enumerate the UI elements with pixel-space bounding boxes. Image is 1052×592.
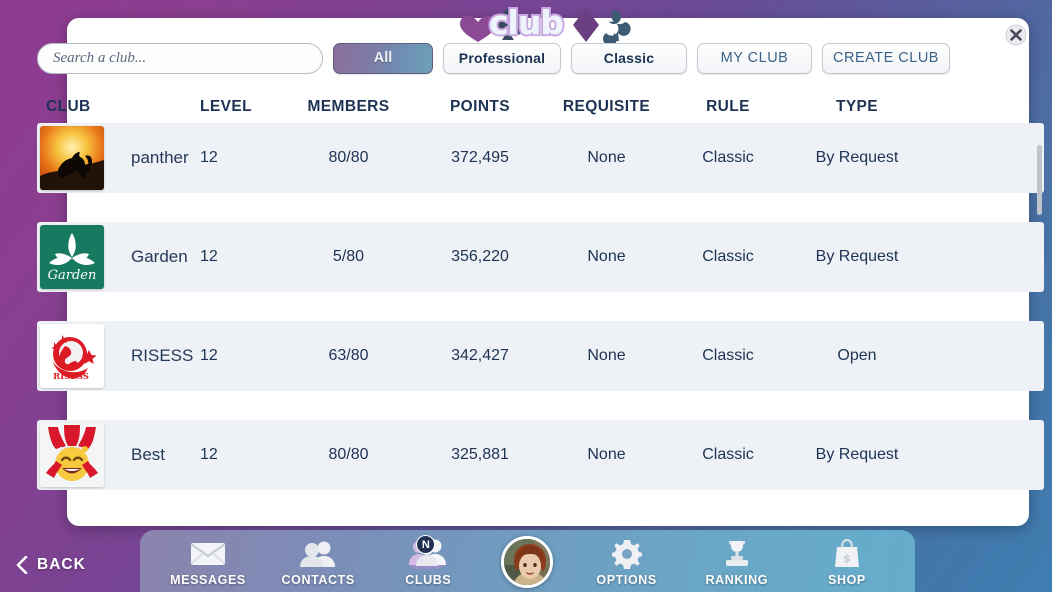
header-club: CLUB: [46, 97, 91, 115]
club-rule: Classic: [702, 248, 754, 265]
club-type: By Request: [815, 446, 899, 463]
table-row[interactable]: Garden Garden 12 5/80 356,220 None Class…: [37, 222, 1044, 292]
people-icon: [298, 538, 338, 570]
club-members: 80/80: [328, 446, 369, 463]
club-points: 325,881: [451, 446, 509, 463]
table-row[interactable]: panther 12 80/80 372,495 None Classic By…: [37, 123, 1044, 193]
club-rows: panther 12 80/80 372,495 None Classic By…: [37, 123, 1044, 592]
nav-item-ranking[interactable]: RANKING: [687, 538, 787, 587]
club-type: Open: [837, 347, 877, 364]
header-points: POINTS: [449, 97, 511, 115]
club-requisite: None: [587, 446, 626, 463]
header-type: TYPE: [835, 97, 879, 115]
nav-label-ranking: RANKING: [705, 573, 769, 587]
filter-classic-button[interactable]: Classic: [571, 42, 687, 74]
club-members: 80/80: [328, 149, 369, 166]
bottom-navigation-bar: MESSAGES CONTACTS N CLUBS OPTIONS RANKIN…: [140, 530, 915, 592]
club-name: Best: [131, 445, 166, 464]
nav-label-contacts: CONTACTS: [281, 573, 355, 587]
table-row[interactable]: RISESS RISESS 12 63/80 342,427 None Clas…: [37, 321, 1044, 391]
table-header-row: CLUB LEVEL MEMBERS POINTS REQUISITE RULE…: [37, 90, 1044, 123]
close-icon: [1005, 24, 1026, 45]
chevron-left-icon: [16, 556, 28, 574]
risess-avatar: RISESS: [40, 324, 104, 388]
filter-all-button[interactable]: All: [333, 42, 433, 74]
filter-professional-label: Professional: [458, 50, 546, 66]
header-members: MEMBERS: [307, 97, 390, 115]
club-list-table: CLUB LEVEL MEMBERS POINTS REQUISITE RULE…: [37, 90, 1044, 592]
my-club-button[interactable]: MY CLUB: [697, 42, 812, 74]
header-level: LEVEL: [200, 97, 252, 115]
club-type: By Request: [815, 149, 899, 166]
scrollbar-thumb[interactable]: [1037, 145, 1042, 215]
club-name: Garden: [131, 247, 188, 266]
header-rule: RULE: [706, 97, 750, 115]
clubs-icon: N: [405, 535, 451, 570]
nav-label-messages: MESSAGES: [170, 573, 246, 587]
back-label: BACK: [37, 556, 86, 573]
club-requisite: None: [587, 347, 626, 364]
avatar: [501, 536, 554, 588]
my-club-label: MY CLUB: [720, 50, 789, 66]
club-level: 12: [200, 446, 218, 463]
garden-avatar: Garden: [40, 225, 104, 289]
svg-text:$: $: [843, 552, 851, 565]
nav-item-contacts[interactable]: CONTACTS: [268, 538, 368, 587]
club-points: 372,495: [451, 149, 509, 166]
trophy-icon: [720, 538, 754, 570]
filter-toolbar: All Professional Classic MY CLUB CREATE …: [37, 40, 1030, 76]
club-name: RISESS: [131, 346, 194, 365]
club-points: 342,427: [451, 347, 509, 364]
club-points: 356,220: [451, 248, 509, 265]
club-type: By Request: [815, 248, 899, 265]
bag-icon: $: [833, 538, 861, 570]
svg-text:RISESS: RISESS: [53, 372, 89, 382]
nav-label-options: OPTIONS: [596, 573, 657, 587]
nav-label-shop: SHOP: [828, 573, 866, 587]
back-button[interactable]: BACK: [16, 556, 86, 574]
table-row[interactable]: Best 12 80/80 325,881 None Classic By Re…: [37, 420, 1044, 490]
svg-text:Garden: Garden: [48, 268, 97, 283]
club-requisite: None: [587, 248, 626, 265]
club-members: 5/80: [332, 248, 365, 265]
header-requisite: REQUISITE: [562, 97, 651, 115]
filter-all-label: All: [373, 50, 393, 66]
nav-label-clubs: CLUBS: [405, 573, 452, 587]
club-level: 12: [200, 248, 218, 265]
club-name: panther: [131, 148, 189, 167]
close-button[interactable]: [1004, 23, 1027, 46]
nav-item-options[interactable]: OPTIONS: [577, 538, 677, 587]
panther-avatar: [40, 126, 104, 190]
club-rule: Classic: [702, 347, 754, 364]
create-club-label: CREATE CLUB: [833, 50, 939, 66]
joker-avatar: [40, 423, 104, 487]
club-rule: Classic: [702, 149, 754, 166]
club-requisite: None: [587, 149, 626, 166]
scrollbar-track[interactable]: [1037, 145, 1042, 520]
search-input[interactable]: [37, 42, 323, 74]
filter-professional-button[interactable]: Professional: [443, 42, 561, 74]
filter-classic-label: Classic: [603, 50, 655, 66]
nav-item-messages[interactable]: MESSAGES: [158, 538, 258, 587]
club-rule: Classic: [702, 446, 754, 463]
club-members: 63/80: [328, 347, 369, 364]
club-level: 12: [200, 347, 218, 364]
nav-item-clubs[interactable]: N CLUBS: [378, 535, 478, 587]
nav-item-shop[interactable]: $ SHOP: [797, 538, 897, 587]
club-level: 12: [200, 149, 218, 166]
create-club-button[interactable]: CREATE CLUB: [822, 42, 950, 74]
gear-icon: [611, 538, 642, 570]
envelope-icon: [190, 538, 226, 570]
nav-item-profile[interactable]: [488, 536, 566, 588]
